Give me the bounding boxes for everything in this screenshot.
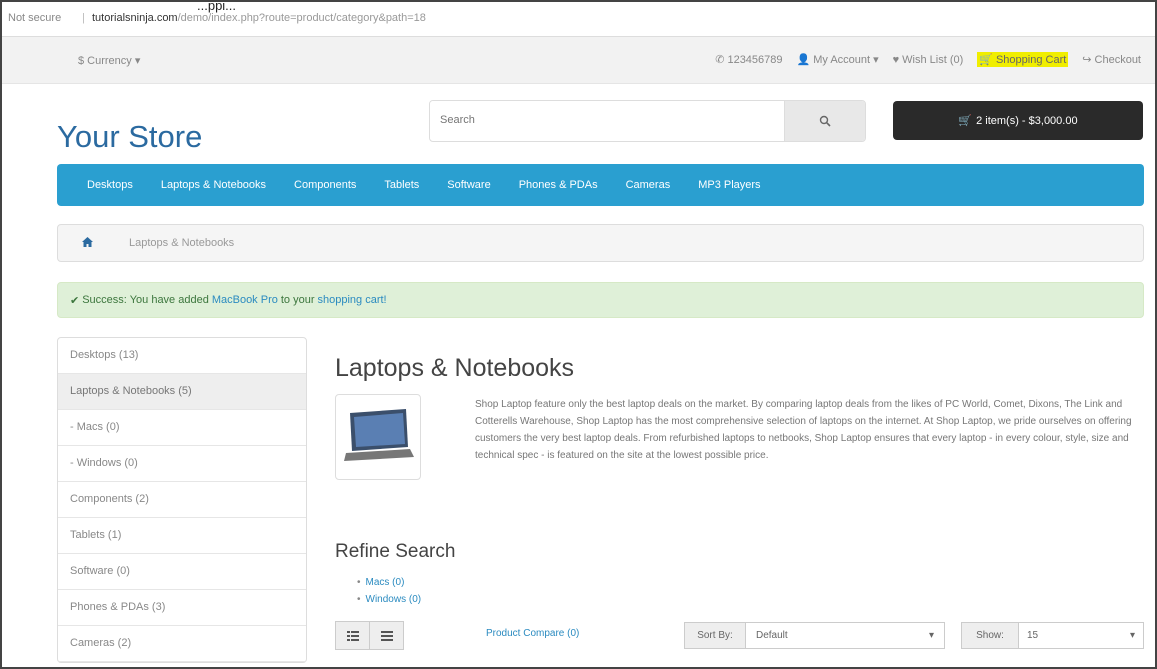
checkout-link[interactable]: ↪ Checkout <box>1082 53 1141 67</box>
sort-by-label: Sort By: <box>684 622 746 649</box>
shopping-cart-link[interactable]: 🛒 Shopping Cart <box>977 52 1069 67</box>
sidebar-item-windows[interactable]: - Windows (0) <box>58 446 306 482</box>
menu-item-desktops[interactable]: Desktops <box>87 179 133 191</box>
currency-label: $ Currency <box>78 55 132 67</box>
my-account-dropdown[interactable]: 👤 My Account ▾ <box>796 53 879 67</box>
phone-icon: ✆ <box>715 54 725 66</box>
alert-product-link[interactable]: MacBook Pro <box>212 294 278 306</box>
browser-frame: Not secure | tutorialsninja.com/demo/ind… <box>0 0 1157 669</box>
home-icon[interactable] <box>82 236 93 250</box>
grid-icon <box>380 630 393 641</box>
list-icon <box>346 630 359 641</box>
url-path: /demo/index.php?route=product/category&p… <box>177 12 426 24</box>
breadcrumb-current[interactable]: Laptops & Notebooks <box>129 237 234 249</box>
url-separator: | <box>82 12 85 24</box>
refine-link-macs[interactable]: Macs (0) <box>366 577 405 588</box>
menu-item-laptops-notebooks[interactable]: Laptops & Notebooks <box>161 179 266 191</box>
menu-item-components[interactable]: Components <box>294 179 356 191</box>
caret-down-icon: ▾ <box>873 54 879 66</box>
success-alert: ✔ Success: You have added MacBook Pro to… <box>57 282 1144 318</box>
sidebar-item-components[interactable]: Components (2) <box>58 482 306 518</box>
user-icon: 👤 <box>796 54 811 66</box>
chevron-down-icon: ▾ <box>1129 630 1135 641</box>
security-indicator[interactable]: Not secure <box>8 12 61 24</box>
heart-icon: ♥ <box>892 53 900 66</box>
check-circle-icon: ✔ <box>70 294 80 307</box>
sidebar-item-software[interactable]: Software (0) <box>58 554 306 590</box>
phone-link[interactable]: ✆ 123456789 <box>715 53 783 67</box>
sidebar-item-tablets[interactable]: Tablets (1) <box>58 518 306 554</box>
wishlist-link[interactable]: ♥ Wish List (0) <box>893 54 964 66</box>
search-input[interactable] <box>430 101 802 139</box>
refine-search-list: Macs (0) Windows (0) <box>357 574 422 608</box>
show-label: Show: <box>961 622 1019 649</box>
cart-icon: 🛒 <box>979 54 993 66</box>
cart-icon: 🛒 <box>958 115 973 127</box>
refine-item: Macs (0) <box>357 574 421 591</box>
page-title: Laptops & Notebooks <box>335 354 575 382</box>
search-icon <box>819 115 831 127</box>
alert-prefix: Success: You have added <box>82 294 209 306</box>
caret-down-icon: ▾ <box>134 55 141 67</box>
menu-item-software[interactable]: Software <box>447 179 490 191</box>
sidebar-item-laptops-notebooks[interactable]: Laptops & Notebooks (5) <box>58 374 306 410</box>
view-toggle <box>335 621 404 650</box>
search-button[interactable] <box>784 101 865 141</box>
sort-by-select[interactable]: Default ▾ <box>745 622 945 649</box>
alert-middle: to your <box>280 294 315 306</box>
top-nav: $ Currency ▾ ✆ 123456789 👤 My Account ▾ ♥ Wi… <box>2 37 1155 84</box>
shopping-cart-label: Shopping Cart <box>995 53 1067 66</box>
menu-item-mp3-players[interactable]: MP3 Players <box>698 179 760 191</box>
sidebar-item-macs[interactable]: - Macs (0) <box>58 410 306 446</box>
chevron-down-icon: ▾ <box>928 630 934 641</box>
phone-number: 123456789 <box>727 53 783 66</box>
breadcrumb: Laptops & Notebooks <box>57 224 1144 262</box>
category-thumbnail[interactable] <box>335 394 421 480</box>
alert-cart-link[interactable]: shopping cart! <box>318 294 387 306</box>
top-links: ✆ 123456789 👤 My Account ▾ ♥ Wish List (0) 🛒… <box>715 52 1141 67</box>
cart-button[interactable]: 🛒 2 item(s) - $3,000.00 <box>893 101 1143 140</box>
wishlist-label: Wish List (0) <box>902 53 964 66</box>
address-bar[interactable]: Not secure | tutorialsninja.com/demo/ind… <box>2 2 1155 37</box>
list-view-button[interactable] <box>335 621 370 650</box>
sort-by-value: Default <box>756 630 788 641</box>
category-sidebar: Desktops (13) Laptops & Notebooks (5) - … <box>57 337 307 663</box>
sidebar-item-desktops[interactable]: Desktops (13) <box>58 338 306 374</box>
share-icon: ↪ <box>1082 54 1092 66</box>
refine-search-heading: Refine Search <box>335 541 456 562</box>
checkout-label: Checkout <box>1094 53 1141 66</box>
cart-total: 2 item(s) - $3,000.00 <box>976 114 1078 127</box>
search-box <box>429 100 866 142</box>
refine-link-windows[interactable]: Windows (0) <box>366 594 422 605</box>
url-domain: tutorialsninja.com <box>92 12 178 24</box>
product-compare-link[interactable]: Product Compare (0) <box>486 628 579 639</box>
menu-item-tablets[interactable]: Tablets <box>384 179 419 191</box>
menu-item-cameras[interactable]: Cameras <box>626 179 671 191</box>
currency-dropdown[interactable]: $ Currency ▾ <box>78 54 140 67</box>
store-logo[interactable]: Your Store <box>57 119 202 155</box>
show-limit-select[interactable]: 15 ▾ <box>1018 622 1144 649</box>
url-text[interactable]: tutorialsninja.com/demo/index.php?route=… <box>92 12 426 24</box>
show-limit-value: 15 <box>1027 630 1039 641</box>
menu-item-phones-pdas[interactable]: Phones & PDAs <box>519 179 598 191</box>
refine-item: Windows (0) <box>357 591 422 608</box>
category-description: Shop Laptop feature only the best laptop… <box>475 399 1132 461</box>
main-menu: Desktops Laptops & Notebooks Components … <box>57 164 1144 206</box>
laptop-image <box>344 409 414 461</box>
my-account-label: My Account <box>813 53 871 66</box>
sidebar-item-phones-pdas[interactable]: Phones & PDAs (3) <box>58 590 306 626</box>
tab-title: ...ppi... <box>197 0 237 13</box>
sidebar-item-cameras[interactable]: Cameras (2) <box>58 626 306 662</box>
grid-view-button[interactable] <box>370 621 404 650</box>
